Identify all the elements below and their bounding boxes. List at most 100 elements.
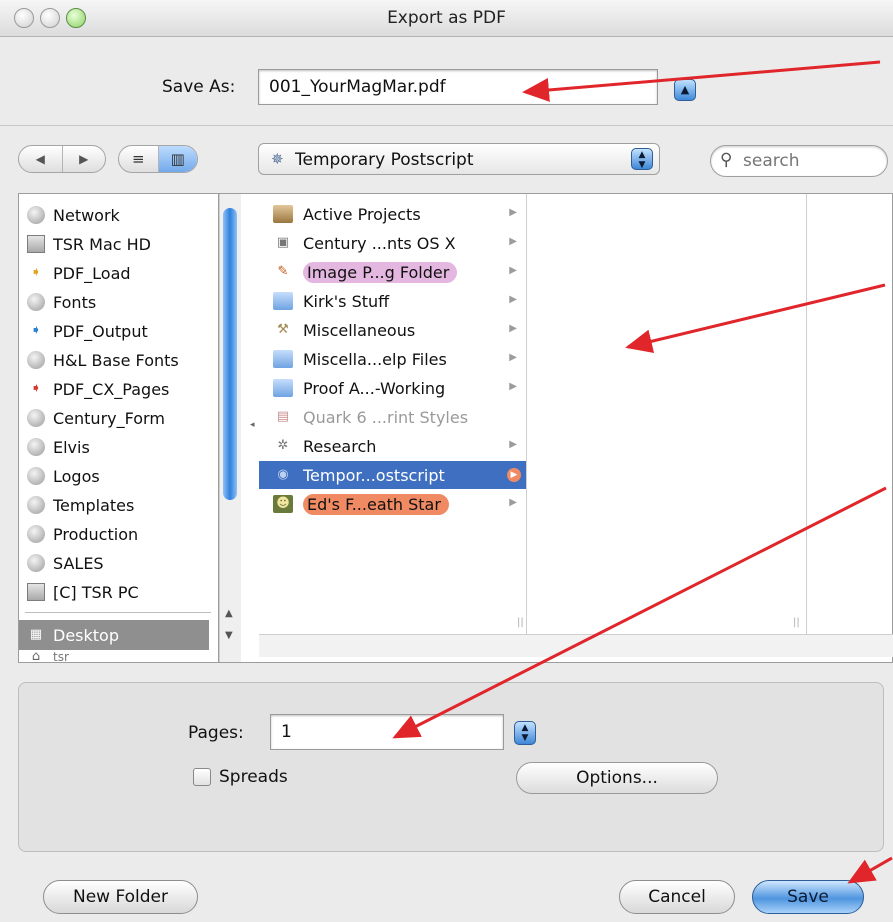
sidebar-item-network[interactable]: Network [27, 202, 120, 228]
sidebar-item-fonts[interactable]: Fonts [27, 289, 96, 315]
scroll-down-arrow-icon[interactable]: ▼ [225, 630, 233, 641]
new-folder-button[interactable]: New Folder [43, 880, 198, 914]
sidebar-item-elvis[interactable]: Elvis [27, 434, 90, 460]
cancel-button[interactable]: Cancel [619, 880, 735, 914]
sidebar-item-pdf-cx-pages[interactable]: ➧ PDF_CX_Pages [27, 376, 170, 402]
back-arrow-icon: ◀ [35, 152, 45, 166]
pages-stepper[interactable]: ▲ ▼ [514, 721, 536, 745]
item-label: Research [303, 436, 377, 456]
column-resize-grip[interactable]: || [793, 617, 800, 628]
spreads-option[interactable]: Spreads [193, 767, 288, 787]
network-volume-icon [27, 351, 45, 369]
sidebar-item-sales[interactable]: SALES [27, 550, 104, 576]
history-buttons: ◀ ▶ [18, 145, 106, 173]
save-as-input[interactable]: 001_YourMagMar.pdf [258, 69, 658, 105]
sidebar-item-century-form[interactable]: Century_Form [27, 405, 165, 431]
disclosure-arrow-icon: ▶ [509, 207, 517, 218]
app-folder-icon: ▣ [276, 235, 290, 250]
home-icon: ⌂ [31, 650, 41, 662]
sidebar-item-hl-base-fonts[interactable]: H&L Base Fonts [27, 347, 179, 373]
sidebar-item-label: Logos [53, 466, 100, 486]
disclosure-arrow-icon: ▶ [509, 323, 517, 334]
search-input[interactable] [741, 150, 875, 172]
location-popup[interactable]: ✵ Temporary Postscript ▲ ▼ [258, 143, 660, 175]
sidebar-item-c-tsr-pc[interactable]: [C] TSR PC [27, 579, 139, 605]
item-label: Active Projects [303, 204, 421, 224]
browser-column-1: Active Projects ▶ ▣ Century ...nts OS X ▶ ✎… [259, 194, 527, 654]
expand-dialog-button[interactable]: ▲ [674, 79, 696, 101]
sidebar-item-label: PDF_Load [53, 263, 131, 283]
view-mode-buttons: ≡ ▥ [118, 145, 198, 173]
sidebar: Network TSR Mac HD ➧ PDF_Load Fonts ➧ PDF_… [19, 194, 219, 662]
list-item[interactable]: ▤ Quark 6 ...rint Styles [259, 403, 526, 431]
network-volume-icon [27, 525, 45, 543]
list-item[interactable]: ▣ Century ...nts OS X ▶ [259, 229, 526, 257]
scroll-up-arrow-icon[interactable]: ▲ [225, 608, 233, 619]
triangle-up-icon: ▲ [680, 83, 690, 96]
resize-left-arrow-icon[interactable]: ◂ [250, 420, 255, 430]
sidebar-divider [25, 612, 211, 613]
horizontal-scrollbar[interactable] [259, 634, 893, 657]
column-view-button[interactable]: ▥ [158, 146, 197, 172]
divider [0, 125, 893, 126]
forward-arrow-icon: ▶ [79, 152, 89, 166]
list-item-selected[interactable]: ◉ Tempor...ostscript ▶ [259, 461, 526, 489]
folder-icon [273, 379, 293, 397]
item-label: Tempor...ostscript [303, 465, 445, 485]
item-label: Quark 6 ...rint Styles [303, 407, 469, 427]
sidebar-item-logos[interactable]: Logos [27, 463, 100, 489]
list-item[interactable]: ✎ Image P...g Folder ▶ [259, 258, 526, 286]
list-view-button[interactable]: ≡ [119, 146, 159, 172]
sidebar-item-desktop[interactable]: ▦ Desktop [19, 620, 209, 650]
network-volume-icon [27, 293, 45, 311]
sidebar-item-label: Production [53, 524, 139, 544]
list-item[interactable]: ✲ Research ▶ [259, 432, 526, 460]
spreads-checkbox[interactable] [193, 768, 211, 786]
sidebar-item-label: Elvis [53, 437, 90, 457]
forward-button[interactable]: ▶ [63, 146, 106, 172]
list-item[interactable]: ⚒ Miscellaneous ▶ [259, 316, 526, 344]
script-icon: ✎ [277, 264, 289, 279]
network-volume-icon [27, 496, 45, 514]
disclosure-arrow-icon: ▶ [509, 497, 517, 508]
sidebar-item-production[interactable]: Production [27, 521, 138, 547]
list-item[interactable]: Kirk's Stuff ▶ [259, 287, 526, 315]
search-field[interactable]: ⚲ [710, 145, 888, 177]
browser-column-2: || [527, 194, 807, 654]
network-icon [27, 206, 45, 224]
sidebar-item-pdf-output[interactable]: ➧ PDF_Output [27, 318, 148, 344]
sidebar-scrollbar[interactable]: ▲ ▼ [219, 194, 241, 662]
sidebar-item-pdf-load[interactable]: ➧ PDF_Load [27, 260, 131, 286]
disclosure-arrow-icon: ▶ [509, 236, 517, 247]
sidebar-scroll-thumb[interactable] [223, 208, 237, 500]
sidebar-item-tsr-mac-hd[interactable]: TSR Mac HD [27, 231, 151, 257]
popup-arrows-icon: ▲ ▼ [631, 148, 653, 170]
options-panel [18, 682, 884, 852]
item-label: Proof A...-Working [303, 378, 446, 398]
research-icon: ✲ [277, 438, 289, 453]
network-volume-icon [27, 554, 45, 572]
list-item[interactable]: Proof A...-Working ▶ [259, 374, 526, 402]
sidebar-item-label: Network [53, 205, 120, 225]
list-item[interactable]: Active Projects ▶ [259, 200, 526, 228]
column-resize-grip[interactable]: || [517, 617, 524, 628]
tools-folder-icon: ⚒ [277, 322, 289, 337]
list-item[interactable]: Miscella...elp Files ▶ [259, 345, 526, 373]
save-button[interactable]: Save [752, 880, 864, 914]
annotation-arrow-save [847, 856, 893, 884]
item-label: Miscella...elp Files [303, 349, 447, 369]
sidebar-item-tsr[interactable]: ⌂ tsr [27, 650, 69, 662]
options-button[interactable]: Options... [516, 762, 718, 794]
volume-icon: ✵ [271, 150, 284, 168]
sidebar-item-templates[interactable]: Templates [27, 492, 134, 518]
network-volume-icon [27, 438, 45, 456]
back-button[interactable]: ◀ [19, 146, 63, 172]
sidebar-item-label: tsr [53, 650, 69, 662]
title-bar: Export as PDF [0, 0, 893, 37]
network-volume-icon [27, 467, 45, 485]
item-label: Kirk's Stuff [303, 291, 390, 311]
disclosure-arrow-icon: ▶ [509, 294, 517, 305]
list-item[interactable]: ☻ Ed's F...eath Star ▶ [259, 490, 526, 518]
pages-input[interactable]: 1 [270, 714, 504, 750]
item-label-pill: Ed's F...eath Star [303, 493, 449, 515]
